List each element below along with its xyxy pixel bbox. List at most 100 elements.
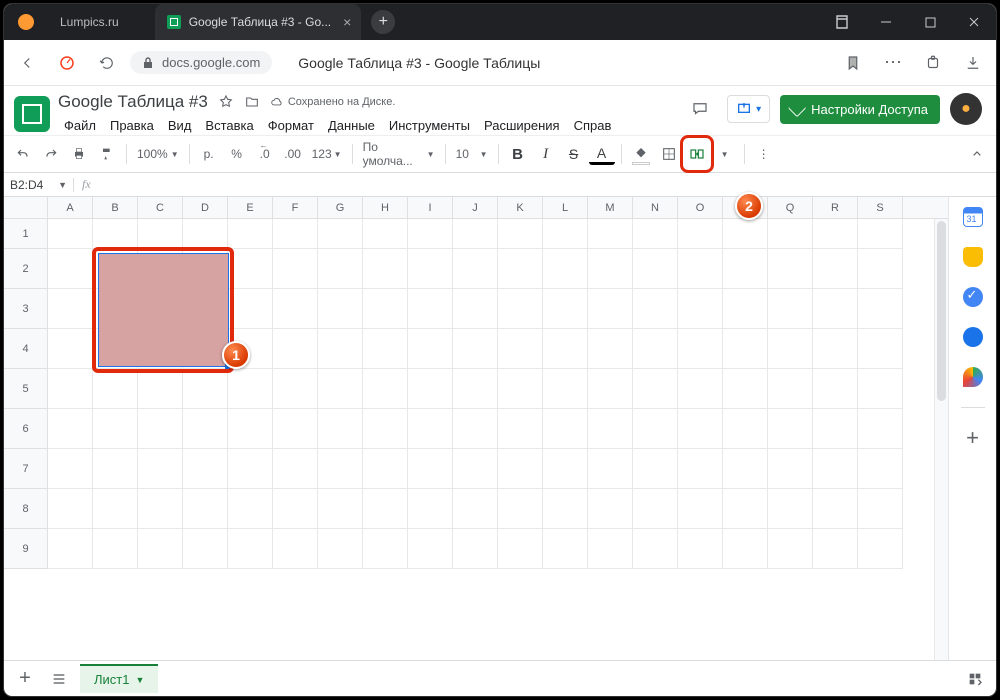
cell[interactable] <box>678 369 723 409</box>
cell[interactable] <box>453 329 498 369</box>
cell[interactable] <box>138 219 183 249</box>
cell[interactable] <box>723 529 768 569</box>
cell[interactable] <box>228 409 273 449</box>
cell[interactable] <box>813 489 858 529</box>
menu-help[interactable]: Справ <box>568 116 618 135</box>
all-sheets-button[interactable] <box>46 666 72 692</box>
font-select[interactable]: По умолча...▼ <box>359 141 439 167</box>
cell[interactable] <box>498 529 543 569</box>
cell[interactable] <box>363 489 408 529</box>
cell[interactable] <box>453 449 498 489</box>
menu-extensions[interactable]: Расширения <box>478 116 566 135</box>
cell[interactable] <box>723 369 768 409</box>
cell[interactable] <box>363 289 408 329</box>
cell[interactable] <box>48 529 93 569</box>
select-all-corner[interactable] <box>4 197 48 218</box>
cell[interactable] <box>543 329 588 369</box>
col-header[interactable]: L <box>543 197 588 218</box>
strike-button[interactable]: S <box>561 141 587 167</box>
cell[interactable] <box>318 329 363 369</box>
cell[interactable] <box>453 249 498 289</box>
spreadsheet-grid[interactable]: A B C D E F G H I J K L M N O P Q R S 12… <box>4 197 948 660</box>
cell[interactable] <box>498 289 543 329</box>
cell[interactable] <box>768 529 813 569</box>
cell[interactable] <box>768 449 813 489</box>
cell[interactable] <box>228 219 273 249</box>
keep-icon[interactable] <box>963 247 983 267</box>
cell[interactable] <box>858 449 903 489</box>
cell[interactable] <box>48 489 93 529</box>
contacts-icon[interactable] <box>963 327 983 347</box>
cell[interactable] <box>453 409 498 449</box>
cell[interactable] <box>723 219 768 249</box>
cell[interactable] <box>183 529 228 569</box>
cell[interactable] <box>273 329 318 369</box>
cell[interactable] <box>543 369 588 409</box>
cell[interactable] <box>768 489 813 529</box>
cell[interactable] <box>768 329 813 369</box>
cell[interactable] <box>813 449 858 489</box>
cell[interactable] <box>498 449 543 489</box>
number-format-select[interactable]: 123▼ <box>308 141 346 167</box>
fill-color-button[interactable] <box>628 141 654 167</box>
sheet-tab-active[interactable]: Лист1▼ <box>80 664 158 693</box>
account-avatar[interactable]: ● <box>950 93 982 125</box>
cell[interactable] <box>48 449 93 489</box>
cell[interactable] <box>633 409 678 449</box>
percent-button[interactable]: % <box>224 141 250 167</box>
window-close-button[interactable] <box>952 4 996 40</box>
cell[interactable] <box>633 219 678 249</box>
cell[interactable] <box>498 369 543 409</box>
cell[interactable] <box>588 489 633 529</box>
col-header[interactable]: D <box>183 197 228 218</box>
cell[interactable] <box>183 489 228 529</box>
cell[interactable] <box>813 219 858 249</box>
cell[interactable] <box>453 489 498 529</box>
col-header[interactable]: K <box>498 197 543 218</box>
merge-cells-button[interactable] <box>684 141 710 167</box>
comments-icon[interactable] <box>683 92 717 126</box>
decrease-decimal-button[interactable]: .0← <box>252 141 278 167</box>
increase-decimal-button[interactable]: .00 <box>280 141 306 167</box>
cell[interactable] <box>498 219 543 249</box>
cell[interactable] <box>318 369 363 409</box>
cell[interactable] <box>633 249 678 289</box>
cell[interactable] <box>138 489 183 529</box>
cell[interactable] <box>273 489 318 529</box>
cell[interactable] <box>498 409 543 449</box>
col-header[interactable]: R <box>813 197 858 218</box>
cell[interactable] <box>723 249 768 289</box>
add-sheet-button[interactable]: + <box>12 666 38 692</box>
cell[interactable] <box>48 409 93 449</box>
nav-back-button[interactable] <box>10 46 44 80</box>
cell[interactable] <box>318 529 363 569</box>
currency-button[interactable]: р. <box>196 141 222 167</box>
cell[interactable] <box>813 289 858 329</box>
cell[interactable] <box>588 409 633 449</box>
cell[interactable] <box>678 489 723 529</box>
present-button[interactable]: ▾ <box>727 95 770 123</box>
cell[interactable] <box>273 449 318 489</box>
cell[interactable] <box>318 289 363 329</box>
vertical-scrollbar[interactable] <box>934 219 948 660</box>
cell[interactable] <box>768 289 813 329</box>
cell[interactable] <box>678 249 723 289</box>
cell[interactable] <box>408 249 453 289</box>
cell[interactable] <box>723 289 768 329</box>
cell[interactable] <box>228 449 273 489</box>
extensions-icon[interactable] <box>916 46 950 80</box>
cell[interactable] <box>48 289 93 329</box>
cell[interactable] <box>858 329 903 369</box>
cell[interactable] <box>633 329 678 369</box>
row-header[interactable]: 5 <box>4 369 48 409</box>
sheets-logo-icon[interactable] <box>14 96 50 132</box>
cell[interactable] <box>408 369 453 409</box>
cell[interactable] <box>723 449 768 489</box>
cell[interactable] <box>543 409 588 449</box>
cell[interactable] <box>228 249 273 289</box>
cell[interactable] <box>93 529 138 569</box>
cell[interactable] <box>363 219 408 249</box>
cell[interactable] <box>273 249 318 289</box>
calendar-icon[interactable]: 31 <box>963 207 983 227</box>
menu-format[interactable]: Формат <box>262 116 320 135</box>
